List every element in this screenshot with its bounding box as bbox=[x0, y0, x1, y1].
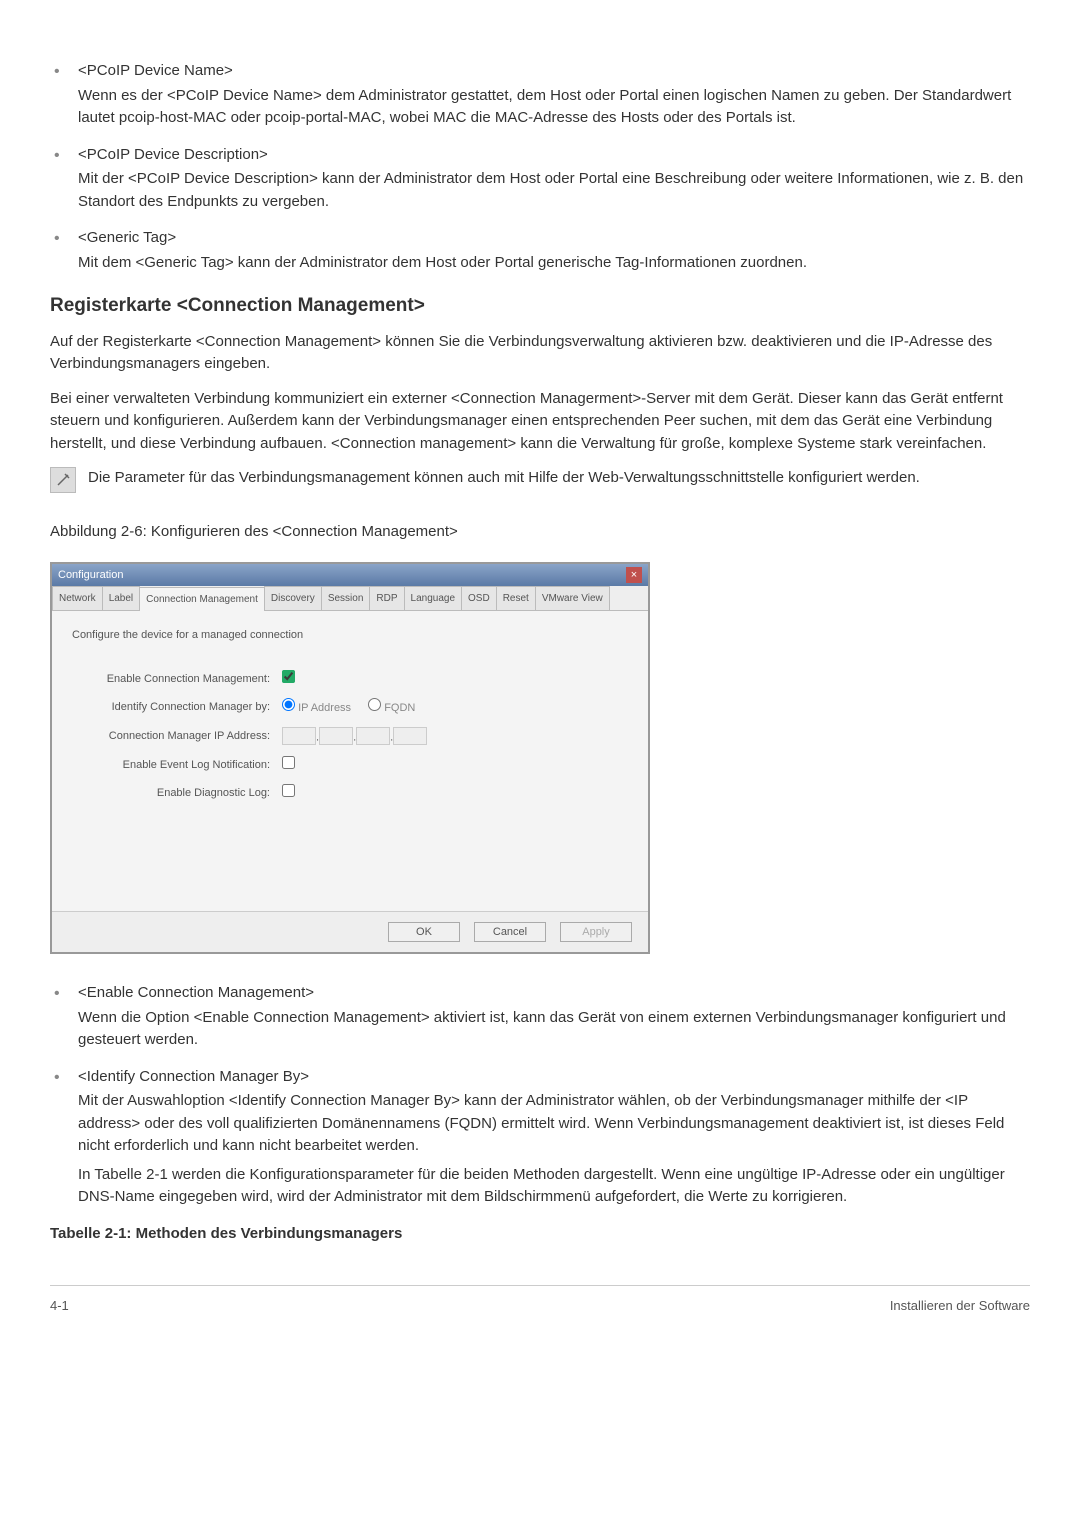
dialog-footer: OK Cancel Apply bbox=[52, 911, 648, 952]
ip-octet-4[interactable] bbox=[393, 727, 427, 745]
item-body-extra: In Tabelle 2-1 werden die Konfigurations… bbox=[78, 1164, 1030, 1209]
dialog-title: Configuration bbox=[58, 567, 123, 584]
dialog-intro: Configure the device for a managed conne… bbox=[72, 627, 628, 644]
tab-rdp[interactable]: RDP bbox=[369, 586, 404, 610]
item-body: Wenn die Option <Enable Connection Manag… bbox=[78, 1007, 1030, 1052]
form-row-identify-by: Identify Connection Manager by: IP Addre… bbox=[72, 698, 628, 717]
item-title: <PCoIP Device Name> bbox=[78, 60, 1030, 83]
label-ip-address: Connection Manager IP Address: bbox=[72, 728, 282, 745]
section-heading: Registerkarte <Connection Management> bbox=[50, 292, 1030, 321]
tab-network[interactable]: Network bbox=[52, 586, 103, 610]
item-title: <Identify Connection Manager By> bbox=[78, 1066, 1030, 1089]
tab-label[interactable]: Label bbox=[102, 586, 140, 610]
section-para: Auf der Registerkarte <Connection Manage… bbox=[50, 331, 1030, 376]
top-bullet-list: <PCoIP Device Name> Wenn es der <PCoIP D… bbox=[50, 60, 1030, 274]
ip-octet-2[interactable] bbox=[319, 727, 353, 745]
radio-fqdn-text: FQDN bbox=[384, 702, 415, 714]
tab-osd[interactable]: OSD bbox=[461, 586, 497, 610]
tab-language[interactable]: Language bbox=[404, 586, 463, 610]
list-item: <PCoIP Device Name> Wenn es der <PCoIP D… bbox=[50, 60, 1030, 130]
note-icon bbox=[50, 467, 76, 493]
section-para: Bei einer verwalteten Verbindung kommuni… bbox=[50, 388, 1030, 456]
list-item: <PCoIP Device Description> Mit der <PCoI… bbox=[50, 144, 1030, 214]
footer-page-number: 4-1 bbox=[50, 1296, 69, 1316]
item-title: <PCoIP Device Description> bbox=[78, 144, 1030, 167]
item-title: <Enable Connection Management> bbox=[78, 982, 1030, 1005]
table-heading: Tabelle 2-1: Methoden des Verbindungsman… bbox=[50, 1223, 1030, 1246]
tab-vmware-view[interactable]: VMware View bbox=[535, 586, 610, 610]
tab-session[interactable]: Session bbox=[321, 586, 371, 610]
item-body: Mit der Auswahloption <Identify Connecti… bbox=[78, 1090, 1030, 1158]
checkbox-diag-log[interactable] bbox=[282, 784, 295, 797]
form-row-enable-cm: Enable Connection Management: bbox=[72, 670, 628, 689]
list-item: <Generic Tag> Mit dem <Generic Tag> kann… bbox=[50, 227, 1030, 274]
list-item: <Identify Connection Manager By> Mit der… bbox=[50, 1066, 1030, 1209]
radio-fqdn-label[interactable]: FQDN bbox=[368, 702, 415, 714]
dialog-body: Configure the device for a managed conne… bbox=[52, 611, 648, 911]
ok-button[interactable]: OK bbox=[388, 922, 460, 942]
radio-fqdn[interactable] bbox=[368, 698, 381, 711]
close-icon[interactable]: × bbox=[626, 567, 642, 583]
item-body: Wenn es der <PCoIP Device Name> dem Admi… bbox=[78, 85, 1030, 130]
radio-ip-label[interactable]: IP Address bbox=[282, 702, 351, 714]
cancel-button[interactable]: Cancel bbox=[474, 922, 546, 942]
radio-ip[interactable] bbox=[282, 698, 295, 711]
form-row-diag-log: Enable Diagnostic Log: bbox=[72, 784, 628, 803]
label-identify-by: Identify Connection Manager by: bbox=[72, 699, 282, 716]
label-event-log: Enable Event Log Notification: bbox=[72, 757, 282, 774]
note-block: Die Parameter für das Verbindungsmanagem… bbox=[50, 467, 1030, 493]
ip-octet-3[interactable] bbox=[356, 727, 390, 745]
form-row-ip-address: Connection Manager IP Address: ... bbox=[72, 727, 628, 746]
figure-caption: Abbildung 2-6: Konfigurieren des <Connec… bbox=[50, 521, 1030, 544]
list-item: <Enable Connection Management> Wenn die … bbox=[50, 982, 1030, 1052]
ip-octet-1[interactable] bbox=[282, 727, 316, 745]
note-text: Die Parameter für das Verbindungsmanagem… bbox=[88, 467, 920, 490]
item-title: <Generic Tag> bbox=[78, 227, 1030, 250]
tab-connection-management[interactable]: Connection Management bbox=[139, 587, 265, 611]
checkbox-enable-cm[interactable] bbox=[282, 670, 295, 683]
bottom-bullet-list: <Enable Connection Management> Wenn die … bbox=[50, 982, 1030, 1209]
form-row-event-log: Enable Event Log Notification: bbox=[72, 756, 628, 775]
footer-section-title: Installieren der Software bbox=[890, 1296, 1030, 1316]
tab-discovery[interactable]: Discovery bbox=[264, 586, 322, 610]
apply-button[interactable]: Apply bbox=[560, 922, 632, 942]
radio-ip-text: IP Address bbox=[298, 702, 351, 714]
checkbox-event-log[interactable] bbox=[282, 756, 295, 769]
configuration-dialog: Configuration × Network Label Connection… bbox=[50, 562, 650, 955]
dialog-titlebar: Configuration × bbox=[52, 564, 648, 587]
item-body: Mit dem <Generic Tag> kann der Administr… bbox=[78, 252, 1030, 275]
item-body: Mit der <PCoIP Device Description> kann … bbox=[78, 168, 1030, 213]
dialog-tabs: Network Label Connection Management Disc… bbox=[52, 586, 648, 611]
tab-reset[interactable]: Reset bbox=[496, 586, 536, 610]
label-diag-log: Enable Diagnostic Log: bbox=[72, 785, 282, 802]
page-footer: 4-1 Installieren der Software bbox=[50, 1285, 1030, 1316]
label-enable-cm: Enable Connection Management: bbox=[72, 671, 282, 688]
